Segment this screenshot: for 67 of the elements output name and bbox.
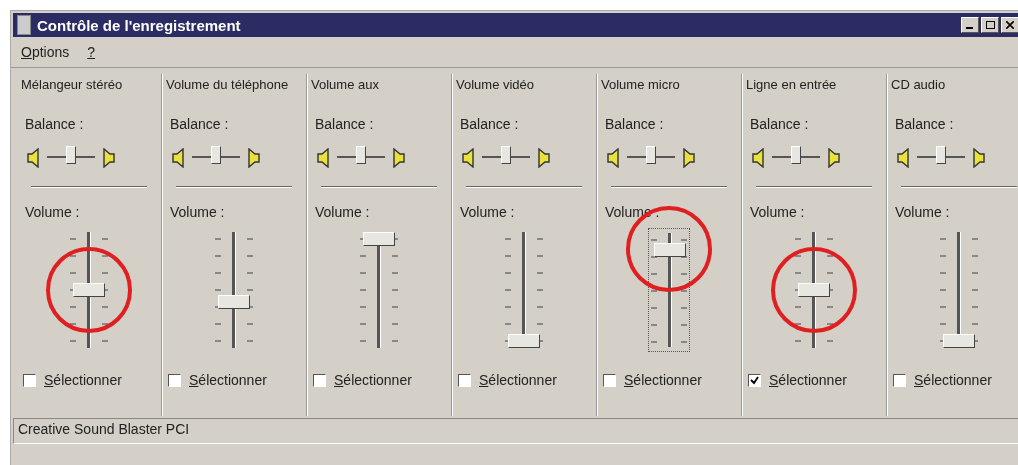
channel-name: Volume vidéo bbox=[456, 76, 536, 94]
channel-name: Mélangeur stéréo bbox=[21, 76, 124, 94]
minimize-button[interactable] bbox=[961, 17, 979, 33]
slider-thumb[interactable] bbox=[356, 146, 366, 164]
channel-name: Volume micro bbox=[601, 76, 681, 94]
slider-thumb[interactable] bbox=[798, 283, 830, 297]
speaker-icon bbox=[607, 148, 621, 168]
channel-name: Volume aux bbox=[311, 76, 380, 94]
select-checkbox[interactable]: Sélectionner bbox=[601, 372, 702, 388]
close-button[interactable] bbox=[1001, 17, 1018, 33]
close-icon bbox=[1006, 21, 1014, 29]
speaker-icon bbox=[101, 148, 115, 168]
balance-label: Balance : bbox=[314, 116, 375, 132]
slider-thumb[interactable] bbox=[936, 146, 946, 164]
volume-label: Volume : bbox=[169, 204, 226, 220]
status-bar: Creative Sound Blaster PCI bbox=[13, 418, 1018, 444]
balance-label: Balance : bbox=[169, 116, 230, 132]
speaker-icon bbox=[536, 148, 550, 168]
volume-label: Volume : bbox=[24, 204, 81, 220]
speaker-icon bbox=[391, 148, 405, 168]
speaker-icon bbox=[752, 148, 766, 168]
volume-label: Volume : bbox=[894, 204, 951, 220]
app-icon bbox=[17, 15, 31, 35]
slider-thumb[interactable] bbox=[508, 334, 540, 348]
volume-label: Volume : bbox=[314, 204, 371, 220]
speaker-icon bbox=[172, 148, 186, 168]
balance-label: Balance : bbox=[894, 116, 955, 132]
maximize-button[interactable] bbox=[981, 17, 999, 33]
slider-thumb[interactable] bbox=[654, 243, 686, 258]
slider-thumb[interactable] bbox=[218, 295, 250, 310]
window-title: Contrôle de l'enregistrement bbox=[37, 16, 242, 34]
speaker-icon bbox=[826, 148, 840, 168]
checkmark-icon bbox=[750, 375, 759, 385]
select-checkbox[interactable]: Sélectionner bbox=[166, 372, 267, 388]
balance-label: Balance : bbox=[24, 116, 85, 132]
speaker-icon bbox=[246, 148, 260, 168]
slider-thumb[interactable] bbox=[943, 334, 975, 348]
speaker-icon bbox=[462, 148, 476, 168]
slider-thumb[interactable] bbox=[66, 146, 76, 164]
slider-thumb[interactable] bbox=[646, 146, 656, 164]
maximize-icon bbox=[985, 21, 995, 29]
speaker-icon bbox=[27, 148, 41, 168]
slider-thumb[interactable] bbox=[501, 146, 511, 164]
balance-label: Balance : bbox=[459, 116, 520, 132]
menu-item[interactable]: Options bbox=[21, 44, 70, 60]
volume-label: Volume : bbox=[749, 204, 806, 220]
speaker-icon bbox=[317, 148, 331, 168]
select-checkbox[interactable]: Sélectionner bbox=[311, 372, 412, 388]
volume-label: Volume : bbox=[459, 204, 516, 220]
slider-thumb[interactable] bbox=[363, 232, 395, 246]
menu-item[interactable]: ? bbox=[87, 44, 96, 60]
channel-name: Volume du téléphone bbox=[166, 76, 290, 94]
slider-thumb[interactable] bbox=[211, 146, 221, 164]
select-checkbox[interactable]: Sélectionner bbox=[21, 372, 122, 388]
select-checkbox[interactable]: Sélectionner bbox=[891, 372, 992, 388]
balance-label: Balance : bbox=[604, 116, 665, 132]
slider-thumb[interactable] bbox=[791, 146, 801, 164]
channel-name: CD audio bbox=[891, 76, 947, 94]
channel-name: Ligne en entrée bbox=[746, 76, 838, 94]
balance-label: Balance : bbox=[749, 116, 810, 132]
slider-thumb[interactable] bbox=[73, 283, 105, 297]
select-checkbox[interactable]: Sélectionner bbox=[746, 372, 847, 388]
select-checkbox[interactable]: Sélectionner bbox=[456, 372, 557, 388]
speaker-icon bbox=[681, 148, 695, 168]
volume-slider[interactable] bbox=[648, 228, 690, 352]
speaker-icon bbox=[897, 148, 911, 168]
speaker-icon bbox=[971, 148, 985, 168]
